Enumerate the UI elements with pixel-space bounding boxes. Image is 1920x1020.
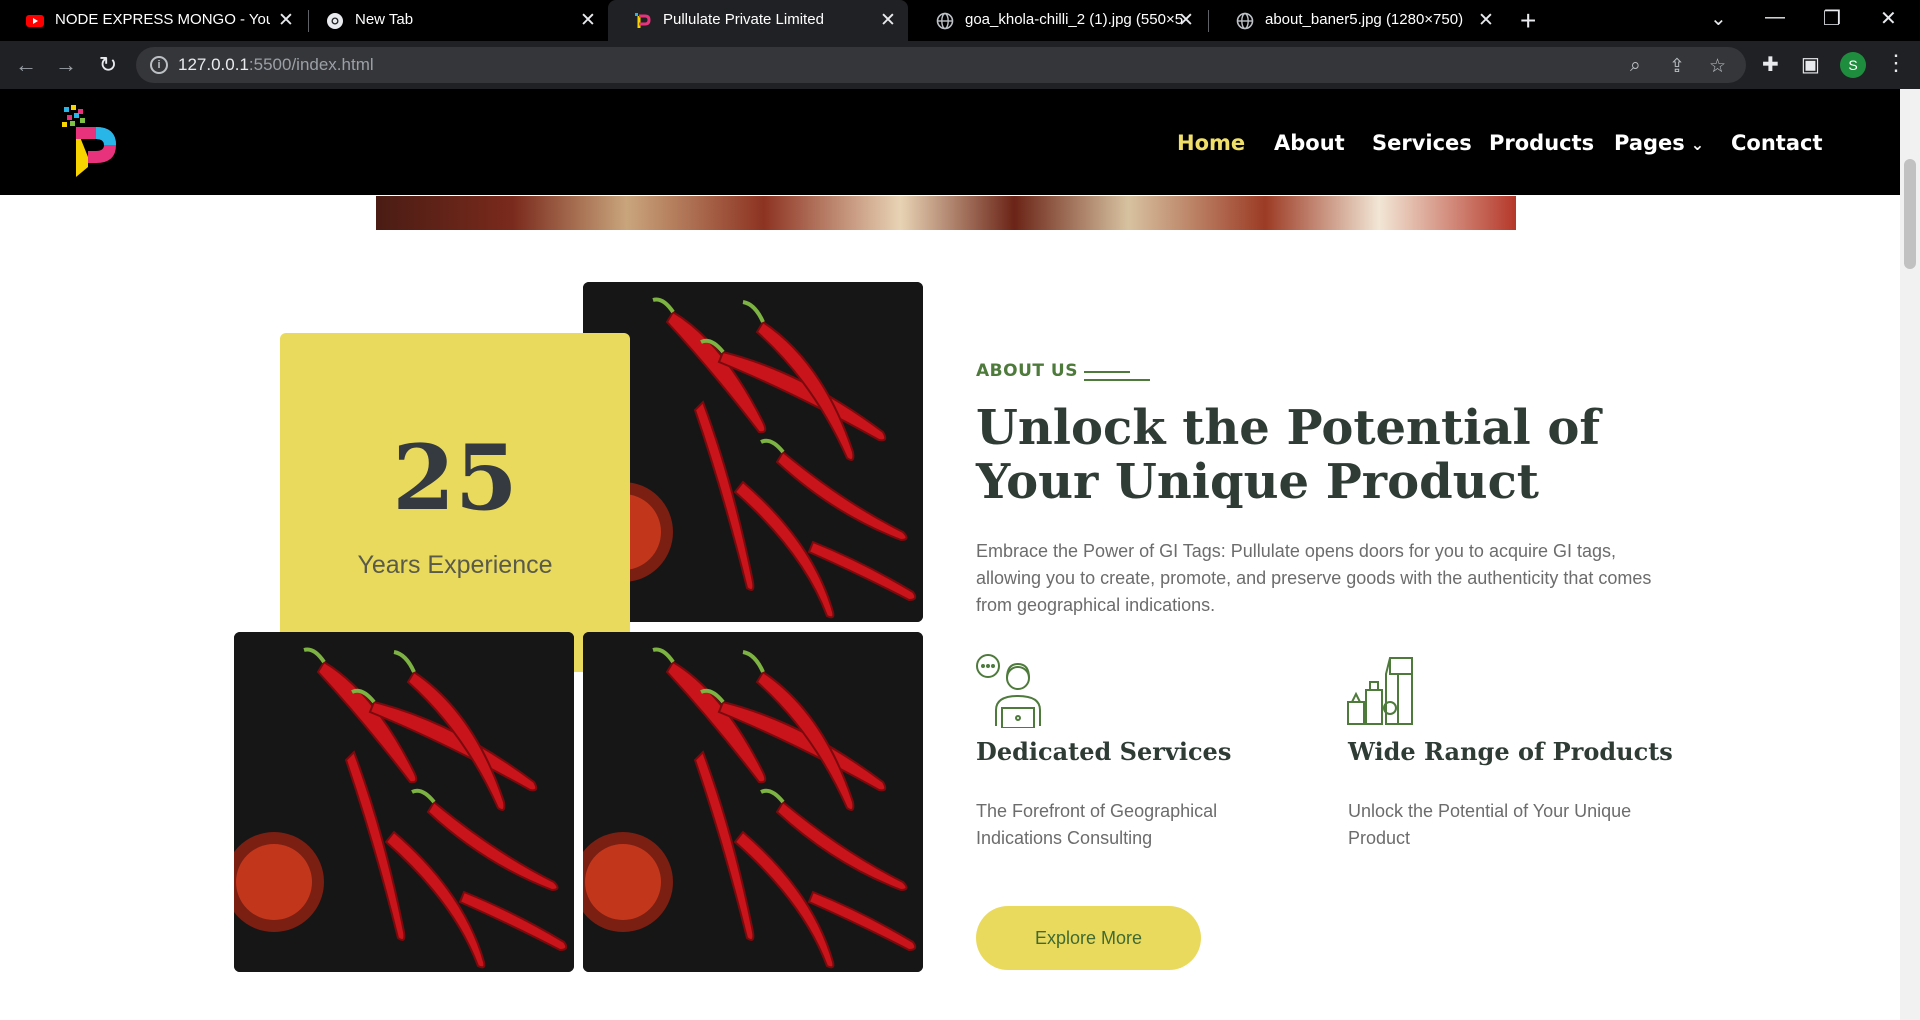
page-viewport: Home About Services Products Pages ⌄ Cont… — [0, 89, 1900, 1020]
support-agent-icon — [976, 654, 1041, 728]
explore-more-button[interactable]: Explore More — [976, 906, 1201, 970]
nav-about[interactable]: About — [1274, 131, 1345, 155]
about-kicker: ABOUT US — [976, 361, 1078, 381]
feature-title: Wide Range of Products — [1348, 737, 1673, 766]
nav-pages-dropdown[interactable]: Pages ⌄ — [1614, 131, 1704, 155]
new-tab-plus-icon[interactable]: + — [1520, 5, 1536, 37]
nav-home[interactable]: Home — [1177, 131, 1245, 155]
close-tab-icon[interactable]: ✕ — [278, 9, 294, 32]
chilli-photo — [583, 632, 923, 972]
kicker-divider — [1084, 371, 1130, 373]
tab-chilli-image[interactable]: goa_khola-chilli_2 (1).jpg (550×5 ✕ — [910, 0, 1210, 41]
close-tab-icon[interactable]: ✕ — [1478, 9, 1494, 32]
nav-products[interactable]: Products — [1489, 131, 1594, 155]
restore-icon[interactable]: ❐ — [1823, 6, 1841, 31]
site-info-icon[interactable]: i — [150, 56, 168, 74]
site-header: Home About Services Products Pages ⌄ Cont… — [0, 89, 1900, 195]
tab-youtube[interactable]: NODE EXPRESS MONGO - YouTu ✕ — [0, 0, 300, 41]
share-icon[interactable]: ⇪ — [1669, 55, 1685, 78]
products-icon — [1347, 657, 1413, 725]
tab-search-chevron-icon[interactable]: ⌄ — [1710, 6, 1727, 31]
tab-title: goa_khola-chilli_2 (1).jpg (550×5 — [965, 11, 1184, 28]
chilli-photo — [234, 632, 574, 972]
forward-arrow-icon[interactable]: → — [52, 51, 80, 79]
scrollbar-thumb[interactable] — [1904, 159, 1916, 269]
close-tab-icon[interactable]: ✕ — [1178, 9, 1194, 32]
chilli-image-top — [583, 282, 923, 622]
url-text[interactable]: 127.0.0.1:5500/index.html — [178, 55, 374, 75]
chrome-icon — [327, 13, 343, 29]
about-description: Embrace the Power of GI Tags: Pullulate … — [976, 541, 1652, 615]
url-host: 127.0.0.1 — [178, 55, 249, 74]
side-panel-icon[interactable]: ▣ — [1801, 52, 1820, 77]
chilli-image-bottom-left — [234, 632, 574, 972]
minimize-icon[interactable]: — — [1765, 6, 1785, 29]
nav-services[interactable]: Services — [1372, 131, 1472, 155]
experience-label: Years Experience — [357, 551, 553, 579]
tab-pullulate[interactable]: Pullulate Private Limited ✕ — [608, 0, 908, 41]
tab-title: NODE EXPRESS MONGO - YouTu — [55, 11, 270, 28]
tab-title: New Tab — [355, 11, 414, 28]
experience-card: 25 Years Experience — [280, 333, 630, 672]
close-window-icon[interactable]: ✕ — [1880, 6, 1897, 31]
browser-toolbar: ← → ↻ i 127.0.0.1:5500/index.html ⌕ ⇪ ☆ … — [0, 41, 1920, 89]
zoom-icon[interactable]: ⌕ — [1630, 55, 1641, 77]
globe-icon — [936, 12, 954, 30]
youtube-icon — [26, 15, 44, 27]
tab-separator — [1208, 10, 1209, 32]
url-path: :5500/index.html — [248, 55, 374, 74]
close-tab-icon[interactable]: ✕ — [880, 9, 896, 32]
kicker-divider — [1084, 379, 1150, 381]
close-tab-icon[interactable]: ✕ — [580, 9, 596, 32]
reload-icon[interactable]: ↻ — [94, 51, 122, 79]
pullulate-logo[interactable] — [62, 105, 118, 179]
tab-banner-image[interactable]: about_baner5.jpg (1280×750) ✕ — [1210, 0, 1510, 41]
hero-banner-image — [376, 196, 1516, 230]
feature-description: Unlock the Potential of Your Unique Prod… — [1348, 801, 1632, 848]
nav-pages-label: Pages — [1614, 131, 1685, 155]
feature-description: The Forefront of Geographical Indication… — [976, 801, 1218, 848]
tab-new-tab[interactable]: New Tab ✕ — [300, 0, 605, 41]
browser-menu-icon[interactable]: ⋮ — [1885, 50, 1907, 76]
bookmark-star-icon[interactable]: ☆ — [1709, 55, 1726, 78]
about-title: Unlock the Potential of Your Unique Prod… — [976, 400, 1601, 510]
pullulate-favicon — [635, 13, 651, 28]
page-scrollbar[interactable] — [1900, 89, 1920, 1020]
feature-title: Dedicated Services — [976, 737, 1232, 766]
extensions-puzzle-icon[interactable]: ✚ — [1762, 52, 1779, 77]
chilli-photo — [583, 282, 923, 622]
browser-tab-strip: NODE EXPRESS MONGO - YouTu ✕ New Tab ✕ P… — [0, 0, 1920, 41]
back-arrow-icon[interactable]: ← — [12, 51, 40, 79]
profile-avatar[interactable]: S — [1840, 52, 1866, 78]
tab-title: Pullulate Private Limited — [663, 11, 824, 28]
experience-number: 25 — [392, 425, 518, 531]
globe-icon — [1236, 12, 1254, 30]
chilli-image-bottom-right — [583, 632, 923, 972]
chevron-down-icon: ⌄ — [1690, 135, 1705, 154]
tab-title: about_baner5.jpg (1280×750) — [1265, 11, 1464, 28]
nav-contact[interactable]: Contact — [1731, 131, 1823, 155]
address-bar[interactable]: i 127.0.0.1:5500/index.html ⌕ ⇪ ☆ — [136, 47, 1746, 83]
